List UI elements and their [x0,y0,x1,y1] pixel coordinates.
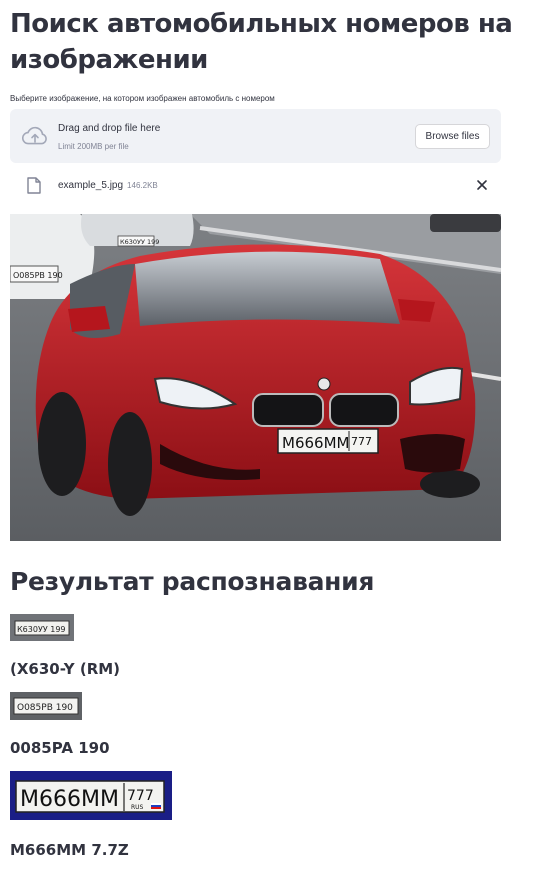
dropzone-text: Drag and drop file here [58,123,161,134]
uploaded-file-row: example_5.jpg 146.2KB [10,172,501,200]
svg-text:К630УУ 199: К630УУ 199 [120,238,159,246]
uploaded-car-image: О085РВ 190 К630УУ 199 М666ММ 777 [10,214,501,541]
browse-files-button[interactable]: Browse files [415,124,490,149]
file-size: 146.2KB [127,181,158,190]
close-icon[interactable] [475,178,489,192]
plate-result-text: M666MM 7.7Z [10,841,129,859]
svg-text:777: 777 [351,435,372,448]
svg-text:О085РВ 190: О085РВ 190 [13,271,63,280]
cloud-upload-icon [22,126,47,145]
file-icon [27,177,41,194]
plate-result-text: (X630-Y (RM) [10,660,121,678]
svg-text:RUS: RUS [131,804,144,811]
file-dropzone[interactable]: Drag and drop file here Limit 200MB per … [10,109,501,163]
plate-crop-1: К630УУ 199 [10,614,74,641]
file-name-text: example_5.jpg [58,180,124,191]
svg-text:М666ММ: М666ММ [20,787,119,812]
page-title: Поиск автомобильных номеров на изображен… [10,9,513,75]
plate-crop-image: К630УУ 199 [10,614,74,641]
svg-text:М666ММ: М666ММ [282,434,349,452]
results-heading: Результат распознавания [10,567,375,596]
plate-result-text: 0085PA 190 [10,739,110,757]
plate-crop-2: О085РВ 190 [10,692,82,720]
dropzone-limit: Limit 200MB per file [58,142,129,151]
plate-crop-3: М666ММ 777 RUS [10,771,172,820]
svg-text:О085РВ 190: О085РВ 190 [17,703,73,713]
svg-text:777: 777 [127,788,154,804]
uploader-label: Выберите изображение, на котором изображ… [10,94,275,103]
plate-crop-image: М666ММ 777 RUS [10,771,172,820]
car-photo-illustration: О085РВ 190 К630УУ 199 М666ММ 777 [10,214,501,541]
svg-text:К630УУ 199: К630УУ 199 [17,625,66,634]
plate-crop-image: О085РВ 190 [10,692,82,720]
file-name: example_5.jpg 146.2KB [58,180,158,191]
